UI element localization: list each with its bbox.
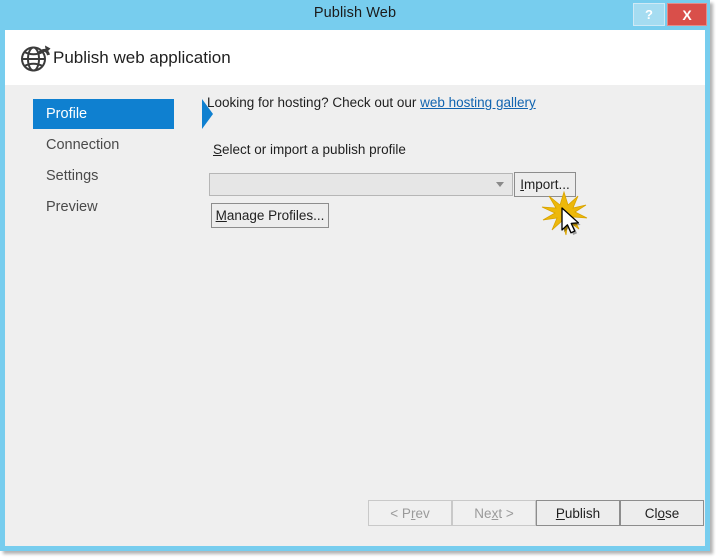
sidebar-item-connection[interactable]: Connection <box>33 130 119 160</box>
profile-panel: Looking for hosting? Check out our web h… <box>195 85 705 546</box>
close-button-accel: o <box>657 505 665 521</box>
profile-select-label-rest: elect or import a publish profile <box>222 142 406 157</box>
next-button-post: t > <box>498 505 514 521</box>
title-bar: Publish Web ? X <box>0 0 710 30</box>
wizard-nav: Profile Connection Settings Preview <box>5 85 213 546</box>
close-window-button[interactable]: X <box>667 3 707 26</box>
close-button[interactable]: Close <box>620 500 704 526</box>
help-button[interactable]: ? <box>633 3 665 26</box>
chevron-down-icon <box>496 182 504 187</box>
hosting-prompt-text: Looking for hosting? Check out our <box>207 95 421 110</box>
publish-button[interactable]: Publish <box>536 500 620 526</box>
dialog-client-area: Publish web application Profile Connecti… <box>5 30 705 546</box>
import-button[interactable]: Import... <box>514 172 576 197</box>
prev-button-pre: < P <box>390 505 411 521</box>
sidebar-item-label: Preview <box>46 199 98 215</box>
manage-profiles-button[interactable]: Manage Profiles... <box>211 203 329 228</box>
close-button-pre: Cl <box>644 505 658 521</box>
publish-web-dialog: Publish Web ? X Publish web application … <box>0 0 710 551</box>
manage-profiles-label: anage Profiles... <box>226 208 325 223</box>
page-title: Publish web application <box>53 48 231 67</box>
next-button[interactable]: Next > <box>452 500 536 526</box>
profile-select-dropdown[interactable] <box>209 173 513 196</box>
globe-publish-icon <box>21 45 51 72</box>
sidebar-item-label: Connection <box>46 137 120 153</box>
web-hosting-gallery-link[interactable]: web hosting gallery <box>420 95 536 110</box>
help-icon: ? <box>645 7 653 22</box>
sidebar-item-settings[interactable]: Settings <box>33 161 98 191</box>
prev-button-post: ev <box>415 505 430 521</box>
profile-select-label: Select or import a publish profile <box>213 142 406 157</box>
publish-button-post: ublish <box>564 505 601 521</box>
hosting-prompt: Looking for hosting? Check out our web h… <box>207 95 536 110</box>
import-button-label: mport... <box>524 177 570 192</box>
prev-button[interactable]: < Prev <box>368 500 452 526</box>
dialog-footer: < Prev Next > Publish Close <box>5 486 705 546</box>
dialog-header: Publish web application <box>5 30 705 85</box>
window-title: Publish Web <box>313 5 397 21</box>
manage-profiles-accel: M <box>215 208 227 223</box>
sidebar-item-preview[interactable]: Preview <box>33 192 98 222</box>
close-icon: X <box>682 6 692 23</box>
next-button-pre: Ne <box>474 505 492 521</box>
sidebar-item-label: Profile <box>46 106 88 122</box>
close-button-post: se <box>665 505 680 521</box>
profile-select-label-accel: S <box>213 142 223 157</box>
sidebar-item-label: Settings <box>46 168 99 184</box>
publish-button-accel: P <box>555 505 565 521</box>
sidebar-item-profile[interactable]: Profile <box>33 99 213 129</box>
